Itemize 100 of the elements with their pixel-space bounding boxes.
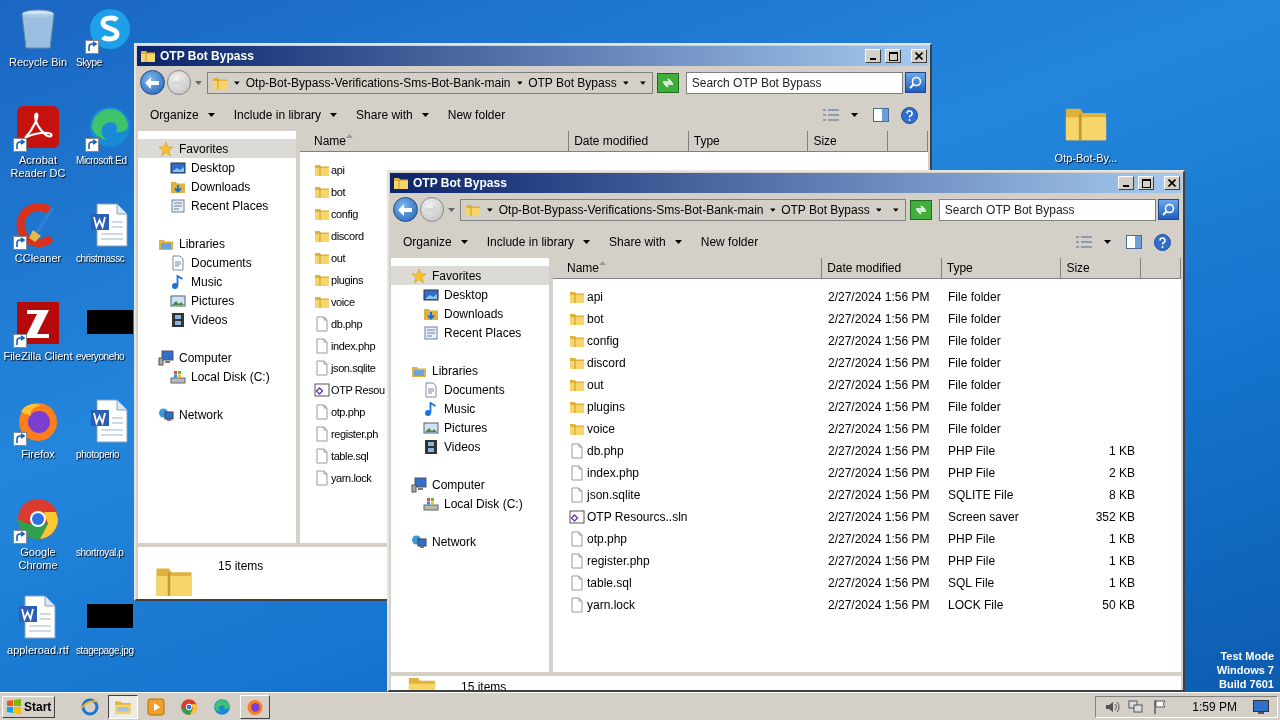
column-header[interactable]: Size (808, 131, 889, 151)
breadcrumb-item[interactable]: OTP Bot Bypass (781, 200, 870, 219)
search-field[interactable]: Search OTP Bot Bypass (685, 71, 904, 94)
start-button[interactable]: Start (2, 695, 56, 718)
column-header[interactable]: Name (300, 131, 570, 151)
table-cell[interactable]: api (553, 288, 823, 306)
table-cell[interactable]: db.php (553, 442, 823, 460)
table-cell[interactable]: voice (300, 293, 355, 311)
search-button[interactable] (1158, 199, 1179, 220)
desktop-icon-label[interactable]: christmassc (76, 252, 125, 265)
table-cell[interactable]: config (300, 205, 358, 223)
address-field[interactable]: Otp-Bot-Bypass-Verifications-Sms-Bot-Bank-main OTP Bot Bypass (207, 71, 654, 94)
file-name: discord (331, 228, 364, 244)
sidebar-item[interactable]: Favorites (391, 266, 549, 285)
file-icon (569, 575, 585, 591)
maximize-button[interactable] (885, 49, 901, 63)
address-dropdown-icon (640, 80, 647, 85)
table-cell[interactable]: table.sql (300, 447, 369, 465)
desktop-icon-label[interactable]: Microsoft Ed (76, 154, 127, 167)
desktop-icon-label[interactable]: stagepage.jpg (76, 644, 134, 657)
file-name: yarn.lock (331, 470, 372, 486)
back-button[interactable] (393, 197, 418, 222)
desktop-icon-label[interactable]: Firefox (21, 448, 55, 461)
column-header[interactable]: Size (1061, 258, 1142, 278)
toolbar-button[interactable]: Organize (395, 230, 476, 254)
toolbar-button[interactable]: Share with (601, 230, 690, 254)
tray-button[interactable] (1152, 698, 1169, 715)
table-cell[interactable]: json.sqlite (553, 486, 823, 504)
toolbar-button[interactable]: New folder (439, 103, 514, 127)
desktop-icon-label[interactable]: Recycle Bin (8, 56, 68, 69)
search-button[interactable] (905, 72, 926, 93)
table-cell-text: PHP File (947, 553, 997, 570)
desktop-icon-label[interactable]: Acrobat Reader DC (1, 154, 75, 180)
refresh-button[interactable] (910, 199, 932, 220)
show-desktop-button[interactable] (1253, 699, 1269, 714)
column-header[interactable]: Name (553, 258, 823, 278)
minimize-button[interactable] (1118, 176, 1134, 190)
table-cell[interactable]: discord (300, 227, 364, 245)
table-cell[interactable]: db.php (300, 315, 363, 333)
table-cell[interactable]: discord (553, 354, 823, 372)
table-cell[interactable]: bot (553, 310, 823, 328)
table-cell[interactable]: bot (300, 183, 346, 201)
table-cell[interactable]: table.sql (553, 574, 823, 592)
breadcrumb-item[interactable]: OTP Bot Bypass (528, 73, 617, 92)
table-cell[interactable]: yarn.lock (300, 469, 372, 487)
table-cell[interactable]: OTP Resou (300, 381, 385, 399)
table-cell[interactable]: voice (553, 420, 823, 438)
toolbar-button[interactable]: Share with (348, 103, 437, 127)
desktop-icon-label[interactable]: Google Chrome (1, 546, 75, 572)
desktop-icon-label[interactable]: CCleaner (14, 252, 62, 265)
toolbar-button[interactable]: Organize (142, 103, 223, 127)
column-header[interactable]: Type (688, 131, 809, 151)
file-name: voice (587, 421, 615, 438)
desktop-icon-label[interactable]: everyoneho (76, 350, 125, 363)
table-cell[interactable]: out (553, 376, 823, 394)
table-cell[interactable]: out (300, 249, 346, 267)
desktop-icon-label[interactable]: photoperio (76, 448, 120, 461)
table-cell[interactable]: register.php (553, 552, 823, 570)
toolbar-button[interactable]: Include in library (478, 230, 599, 254)
back-button[interactable] (140, 70, 165, 95)
desktop-icon-label[interactable]: FileZilla Client (3, 350, 73, 363)
table-cell[interactable]: api (300, 161, 345, 179)
close-button[interactable] (1164, 176, 1180, 190)
table-cell[interactable]: register.ph (300, 425, 378, 443)
close-button[interactable] (911, 49, 927, 63)
help-button[interactable] (898, 104, 920, 126)
table-cell[interactable]: index.php (300, 337, 376, 355)
desktop-icon-label[interactable]: Otp-Bot-By... (1054, 150, 1118, 167)
table-cell[interactable]: yarn.lock (553, 596, 823, 614)
table-cell[interactable]: config (553, 332, 823, 350)
table-cell[interactable]: json.sqlite (300, 359, 376, 377)
table-cell[interactable]: plugins (553, 398, 823, 416)
address-field[interactable]: Otp-Bot-Bypass-Verifications-Sms-Bot-Bank-main OTP Bot Bypass (460, 198, 907, 221)
desktop-icon-label[interactable]: appleroad.rtf (7, 644, 69, 657)
breadcrumb-item[interactable]: Otp-Bot-Bypass-Verifications-Sms-Bot-Bank-main (245, 73, 511, 92)
table-cell[interactable]: index.php (553, 464, 823, 482)
refresh-button[interactable] (657, 72, 679, 93)
table-cell-text: 2/27/2024 1:56 PM (827, 377, 931, 394)
column-header[interactable]: Type (941, 258, 1062, 278)
column-header[interactable]: Date modified (822, 258, 942, 278)
search-field[interactable]: Search OTP Bot Bypass (938, 198, 1157, 221)
column-header[interactable]: Date modified (569, 131, 689, 151)
table-cell[interactable]: OTP Resourcs..sln (553, 508, 823, 526)
toolbar-button[interactable]: Include in library (225, 103, 346, 127)
tray-button[interactable] (1128, 698, 1145, 715)
table-cell[interactable]: otp.php (300, 403, 365, 421)
table-cell[interactable]: plugins (300, 271, 364, 289)
table-cell[interactable]: otp.php (553, 530, 823, 548)
minimize-button[interactable] (865, 49, 881, 63)
file-name: api (331, 162, 345, 178)
sidebar-item[interactable]: Favorites (138, 139, 296, 158)
maximize-button[interactable] (1138, 176, 1154, 190)
toolbar-button[interactable]: New folder (692, 230, 767, 254)
film-icon (170, 311, 186, 328)
help-button[interactable] (1151, 231, 1173, 253)
desktop-icon-label[interactable]: Skype (76, 56, 102, 69)
breadcrumb-item[interactable]: Otp-Bot-Bypass-Verifications-Sms-Bot-Bank-main (498, 200, 764, 219)
taskbar-app-button[interactable] (108, 694, 139, 719)
desktop-icon-label[interactable]: shortroyal.p (76, 546, 124, 559)
clock[interactable]: 1:59 PM (1192, 697, 1237, 716)
